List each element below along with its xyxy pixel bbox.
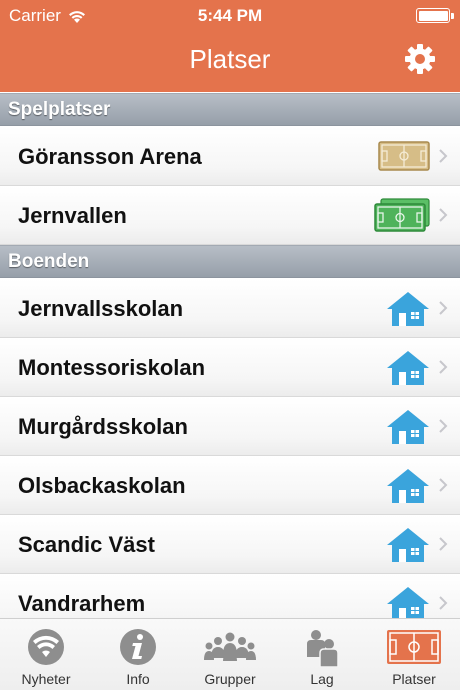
list-item-scandic-vast[interactable]: Scandic Väst <box>0 515 460 574</box>
tab-info[interactable]: Info <box>92 619 184 690</box>
list-item-label: Jernvallsskolan <box>18 296 184 321</box>
house-icon <box>387 292 429 326</box>
list-item-label: Jernvallen <box>18 203 127 228</box>
status-bar: Carrier 5:44 PM <box>0 0 460 30</box>
house-icon <box>387 351 429 385</box>
tab-label: Nyheter <box>21 671 71 687</box>
list-item-jernvallsskolan[interactable]: Jernvallsskolan <box>0 279 460 338</box>
list-item-label: Göransson Arena <box>18 144 202 169</box>
tab-label: Grupper <box>204 671 256 687</box>
tab-platser[interactable]: Platser <box>368 619 460 690</box>
chevron-right-icon <box>439 537 448 551</box>
tab-label: Platser <box>392 671 436 687</box>
page-title: Platser <box>189 44 271 74</box>
tab-grupper[interactable]: Grupper <box>184 619 276 690</box>
chevron-right-icon <box>439 208 448 222</box>
tab-bar: Nyheter Info Grupper Lag Platser <box>0 618 460 690</box>
gear-icon[interactable] <box>404 43 436 75</box>
chevron-right-icon <box>439 419 448 433</box>
chevron-right-icon <box>439 301 448 315</box>
field-icon <box>387 630 441 664</box>
list-item-label: Montessoriskolan <box>18 355 206 380</box>
chevron-right-icon <box>439 478 448 492</box>
section-header-boenden: Boenden <box>0 245 460 278</box>
fields-green-icon <box>374 198 430 232</box>
battery-icon <box>416 8 454 23</box>
list-item-jernvallen[interactable]: Jernvallen <box>0 186 460 245</box>
list-item-montessoriskolan[interactable]: Montessoriskolan <box>0 338 460 397</box>
field-gold-icon <box>378 141 430 171</box>
list-item-murgardsskolan[interactable]: Murgårdsskolan <box>0 397 460 456</box>
team-icon <box>307 630 339 667</box>
groups-icon <box>204 632 256 661</box>
list-item-label: Murgårdsskolan <box>18 414 188 439</box>
status-time: 5:44 PM <box>197 6 263 25</box>
chevron-right-icon <box>439 360 448 374</box>
header-bar: Carrier 5:44 PM Platser <box>0 0 460 92</box>
list-item-label: Olsbackaskolan <box>18 473 186 498</box>
wifi-news-icon <box>28 629 64 665</box>
list-item-goransson-arena[interactable]: Göransson Arena <box>0 127 460 186</box>
chevron-right-icon <box>439 149 448 163</box>
tab-label: Info <box>126 671 150 687</box>
info-icon <box>120 629 156 665</box>
chevron-right-icon <box>439 596 448 610</box>
list-item-olsbackaskolan[interactable]: Olsbackaskolan <box>0 456 460 515</box>
house-icon <box>387 469 429 503</box>
tab-lag[interactable]: Lag <box>276 619 368 690</box>
section-header-spelplatser: Spelplatser <box>0 93 460 126</box>
house-icon <box>387 528 429 562</box>
house-icon <box>387 410 429 444</box>
tab-nyheter[interactable]: Nyheter <box>0 619 92 690</box>
tab-label: Lag <box>310 671 334 687</box>
list-item-label: Scandic Väst <box>18 532 155 557</box>
